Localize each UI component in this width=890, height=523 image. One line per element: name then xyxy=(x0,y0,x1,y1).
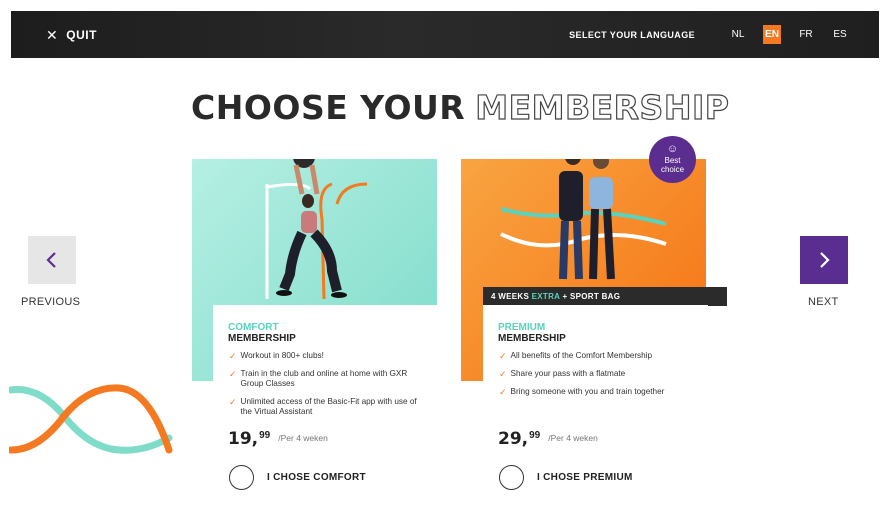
comfort-card: COMFORT MEMBERSHIP ✓ Workout in 800+ club… xyxy=(213,305,438,515)
promo-banner: 4 WEEKS EXTRA + SPORT BAG xyxy=(483,287,727,306)
feature-item: ✓ Bring someone with you and train togeth… xyxy=(499,387,665,397)
choose-comfort-radio[interactable] xyxy=(229,465,254,490)
best-choice-line2: choice xyxy=(660,165,685,174)
check-icon: ✓ xyxy=(499,351,507,361)
plan-name-sub: MEMBERSHIP xyxy=(498,333,566,344)
feature-list: ✓ Workout in 800+ clubs! ✓ Train in the cl… xyxy=(229,351,429,425)
feature-item: ✓ Unlimited access of the Basic-Fit app w… xyxy=(229,397,417,416)
previous-button[interactable] xyxy=(28,236,76,284)
check-icon: ✓ xyxy=(499,387,507,397)
plan-name: PREMIUM MEMBERSHIP xyxy=(498,322,566,344)
page-title-solid: CHOOSE YOUR xyxy=(191,88,466,127)
quit-label: QUIT xyxy=(66,28,97,42)
plan-name-sub: MEMBERSHIP xyxy=(228,333,296,344)
best-choice-line1: Best xyxy=(664,156,681,165)
check-icon: ✓ xyxy=(499,369,507,379)
price-main: 19, xyxy=(228,429,259,449)
price-decimal: 99 xyxy=(529,430,541,441)
promo-weeks: 4 WEEKS xyxy=(491,292,530,301)
language-option-en[interactable]: EN xyxy=(763,25,781,44)
chevron-right-icon xyxy=(820,252,830,268)
price-decimal: 99 xyxy=(259,430,271,441)
check-icon: ✓ xyxy=(229,351,237,361)
quit-button[interactable]: ✕ QUIT xyxy=(46,28,97,42)
close-icon: ✕ xyxy=(46,27,59,43)
choose-premium-radio[interactable] xyxy=(499,465,524,490)
choose-comfort-option[interactable]: I CHOSE COMFORT xyxy=(229,465,366,490)
choose-comfort-label[interactable]: I CHOSE COMFORT xyxy=(267,472,366,483)
price: 29, 99 /Per 4 weken xyxy=(498,429,598,449)
choose-premium-label[interactable]: I CHOSE PREMIUM xyxy=(537,472,633,483)
check-icon: ✓ xyxy=(229,397,237,407)
price-period: /Per 4 weken xyxy=(548,433,598,443)
price-period: /Per 4 weken xyxy=(278,433,328,443)
price: 19, 99 /Per 4 weken xyxy=(228,429,328,449)
plan-name: COMFORT MEMBERSHIP xyxy=(228,322,296,344)
language-option-fr[interactable]: FR xyxy=(797,25,815,44)
next-button[interactable] xyxy=(800,236,848,284)
feature-list: ✓ All benefits of the Comfort Membership … xyxy=(499,351,699,405)
feature-item: ✓ Share your pass with a flatmate xyxy=(499,369,626,379)
top-bar: ✕ QUIT SELECT YOUR LANGUAGE NL EN FR ES xyxy=(11,11,879,58)
feature-item: ✓ Train in the club and online at home wi… xyxy=(229,369,408,388)
page-title-outline: MEMBERSHIP xyxy=(475,87,730,127)
language-option-es[interactable]: ES xyxy=(831,25,849,44)
smile-icon: ☺ xyxy=(666,143,679,155)
feature-item: ✓ All benefits of the Comfort Membership xyxy=(499,351,653,361)
plan-name-accent: COMFORT xyxy=(228,322,279,333)
next-label[interactable]: NEXT xyxy=(808,296,839,308)
language-selector: SELECT YOUR LANGUAGE NL EN FR ES xyxy=(569,25,849,44)
previous-label[interactable]: PREVIOUS xyxy=(21,296,80,308)
choose-premium-option[interactable]: I CHOSE PREMIUM xyxy=(499,465,633,490)
page-title: CHOOSE YOUR MEMBERSHIP xyxy=(191,87,730,127)
premium-card: PREMIUM MEMBERSHIP ✓ All benefits of the … xyxy=(483,305,708,515)
best-choice-badge: ☺ Best choice xyxy=(649,136,696,183)
feature-item: ✓ Workout in 800+ clubs! xyxy=(229,351,324,361)
check-icon: ✓ xyxy=(229,369,237,379)
price-main: 29, xyxy=(498,429,529,449)
chevron-left-icon xyxy=(46,252,56,268)
language-label: SELECT YOUR LANGUAGE xyxy=(569,29,695,40)
promo-extra: EXTRA xyxy=(531,292,560,301)
promo-rest: + SPORT BAG xyxy=(562,292,621,301)
decorative-wave xyxy=(9,384,173,454)
plan-name-accent: PREMIUM xyxy=(498,322,546,333)
language-option-nl[interactable]: NL xyxy=(729,25,747,44)
